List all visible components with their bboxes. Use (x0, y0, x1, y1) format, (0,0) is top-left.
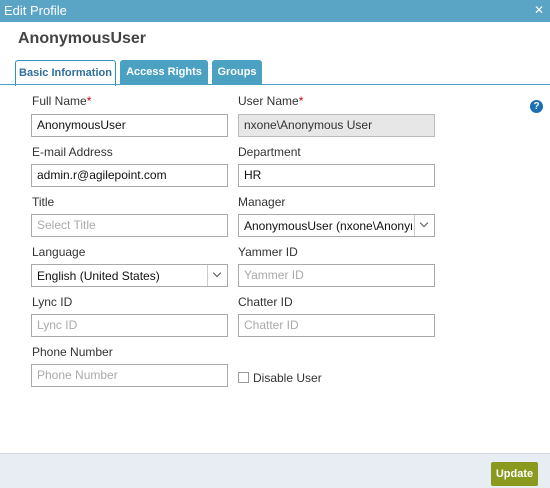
department-label: Department (238, 145, 301, 159)
footer-bar (0, 453, 550, 488)
language-value: English (United States) (37, 269, 160, 283)
close-icon[interactable]: ✕ (534, 3, 544, 17)
help-icon[interactable]: ? (530, 100, 543, 113)
title-label: Title (32, 195, 55, 209)
lync-id-field[interactable]: Lync ID (31, 314, 228, 337)
yammer-id-field[interactable]: Yammer ID (238, 264, 435, 287)
tab-access-rights[interactable]: Access Rights (120, 60, 208, 85)
user-name-field: nxone\Anonymous User (238, 114, 435, 137)
language-select[interactable]: English (United States) (31, 264, 228, 287)
chevron-down-icon[interactable] (414, 215, 434, 236)
email-label: E-mail Address (32, 145, 113, 159)
phone-number-field[interactable]: Phone Number (31, 364, 228, 387)
window-titlebar: Edit Profile ✕ (0, 0, 550, 22)
phone-number-label: Phone Number (32, 345, 113, 359)
title-field[interactable]: Select Title (31, 214, 228, 237)
lync-id-label: Lync ID (32, 295, 73, 309)
manager-value: AnonymousUser (nxone\Anonymous User) (244, 219, 412, 233)
user-display-name: AnonymousUser (18, 30, 147, 47)
email-field[interactable]: admin.r@agilepoint.com (31, 164, 228, 187)
manager-select[interactable]: AnonymousUser (nxone\Anonymous User) (238, 214, 435, 237)
tab-divider (0, 84, 550, 85)
manager-label: Manager (238, 195, 286, 209)
yammer-id-label: Yammer ID (238, 245, 298, 259)
disable-user-checkbox[interactable] (238, 372, 249, 383)
full-name-label: Full Name* (32, 94, 92, 108)
disable-user-label: Disable User (253, 371, 322, 385)
update-button[interactable]: Update (491, 462, 538, 486)
window-title: Edit Profile (4, 3, 67, 18)
full-name-field[interactable]: AnonymousUser (31, 114, 228, 137)
language-label: Language (32, 245, 86, 259)
chatter-id-field[interactable]: Chatter ID (238, 314, 435, 337)
tab-basic-information[interactable]: Basic Information (15, 60, 116, 86)
chatter-id-label: Chatter ID (238, 295, 293, 309)
department-field[interactable]: HR (238, 164, 435, 187)
tab-groups[interactable]: Groups (212, 60, 262, 85)
user-name-label: User Name* (238, 94, 304, 108)
chevron-down-icon[interactable] (207, 265, 227, 286)
